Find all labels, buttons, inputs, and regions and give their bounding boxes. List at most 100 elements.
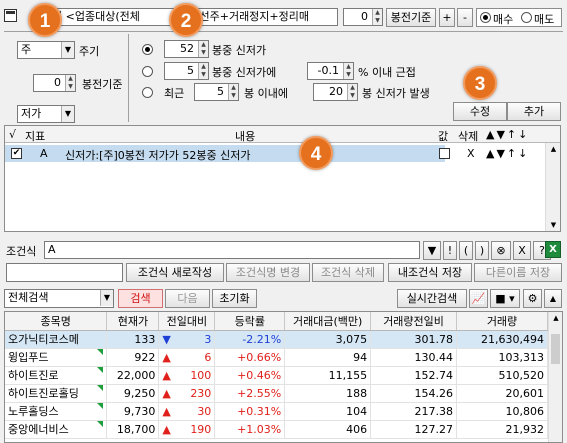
save-condition-button[interactable]: 내조건식 저장 <box>388 263 472 282</box>
result-header-row: 종목명 현재가 전일대비 등락률 거래대금(백만) 거래량전일비 거래량 <box>5 312 548 331</box>
up-arrow-icon: ▲ <box>162 422 171 436</box>
step-badge-3: 3 <box>463 66 497 100</box>
diff-cell: ▼ 3 <box>158 330 216 349</box>
option2-percent-input[interactable]: -0.1 ▲ ▼ <box>307 62 354 80</box>
chevron-down-icon: ▼ <box>61 42 74 58</box>
menu-dropdown-icon[interactable]: ■ ▾ <box>490 289 520 308</box>
formula-op-button[interactable]: X <box>513 241 531 260</box>
table-row[interactable]: 오가닉티코스메 133 ▼ 3 -2.21% 3,075 301.78 21,630,494 <box>5 330 548 349</box>
formula-op-button[interactable]: ▼ <box>423 241 441 260</box>
amount-cell: 188 <box>284 384 372 403</box>
plus-button[interactable]: + <box>439 8 455 27</box>
diff-cell: ▲ 30 <box>158 402 216 421</box>
save-as-button[interactable]: 다른이름 저장 <box>474 263 562 282</box>
new-condition-button[interactable]: 조건식 새로작성 <box>126 263 224 282</box>
result-col-header[interactable]: 전일대비 <box>158 312 216 331</box>
modify-button[interactable]: 수정 <box>453 102 507 121</box>
result-col-header[interactable]: 등락률 <box>214 312 286 331</box>
search-scope-select[interactable]: 전체검색 ▼ <box>4 289 114 308</box>
condition-table-scrollbar[interactable]: ▲ ▼ <box>545 143 560 231</box>
option2-percent-spinner[interactable]: ▲ ▼ <box>343 63 353 79</box>
row-checkbox[interactable]: ✔ <box>11 148 22 159</box>
formula-input[interactable]: A <box>44 241 420 259</box>
table-row[interactable]: 중앙에너비스 18,700 ▲ 190 +1.03% 406 127.27 21,932 <box>5 420 548 439</box>
price-select[interactable]: 저가 ▼ <box>17 105 75 123</box>
search-button[interactable]: 검색 <box>118 289 163 308</box>
option-recent-occurrence-radio[interactable] <box>142 87 153 98</box>
left-bong-spinner[interactable]: ▲ ▼ <box>65 75 75 91</box>
option3-bong-input[interactable]: 5 ▲ ▼ <box>194 83 239 101</box>
row-delete-icon[interactable]: X <box>467 147 475 160</box>
rate-cell: +0.31% <box>214 402 286 421</box>
delete-condition-button[interactable]: 조건식 삭제 <box>312 263 384 282</box>
option-recent-low-radio[interactable] <box>142 44 153 55</box>
top-bong-spinner[interactable]: ▲ ▼ <box>372 9 382 25</box>
result-scrollbar[interactable]: ▲ <box>548 312 562 442</box>
table-row[interactable]: 하이트진로 22,000 ▲ 100 +0.46% 11,155 152.74 510,520 <box>5 366 548 385</box>
minus-button[interactable]: - <box>457 8 473 27</box>
left-bong-input[interactable]: 0 ▲ ▼ <box>33 74 76 92</box>
buy-label: 매수 <box>493 13 514 26</box>
result-col-header[interactable]: 현재가 <box>106 312 160 331</box>
sell-radio[interactable] <box>521 12 532 23</box>
step-badge-1: 1 <box>28 3 62 37</box>
condition-table: √ 지표 내용 값 삭제 ▲▼↑↓ ✔ A 신저가:[주]0봉전 저가가 52봉… <box>4 125 561 232</box>
table-row[interactable]: 노루홀딩스 9,730 ▲ 30 +0.31% 104 217.38 10,806 <box>5 402 548 421</box>
top-bong-input[interactable]: 0 ▲ ▼ <box>343 8 383 26</box>
option-near-low-radio[interactable] <box>142 66 153 77</box>
option3-bong2-spinner[interactable]: ▲ ▼ <box>347 84 357 100</box>
price-cell: 22,000 <box>106 366 160 385</box>
rename-condition-button[interactable]: 조건식명 변경 <box>226 263 310 282</box>
stock-name-cell: 중앙에너비스 <box>5 420 108 439</box>
table-row[interactable]: 윙입푸드 922 ▲ 6 +0.66% 94 130.44 103,313 <box>5 348 548 367</box>
gear-icon[interactable]: ⚙ <box>523 289 542 308</box>
option1-spinner[interactable]: ▲ ▼ <box>198 41 208 57</box>
formula-op-button[interactable]: ( <box>459 241 473 260</box>
row-content: 신저가:[주]0봉전 저가가 52봉중 신저가 <box>65 149 251 162</box>
option3-spinner[interactable]: ▲ ▼ <box>228 84 238 100</box>
corner-marker-icon <box>97 367 104 373</box>
up-arrow-icon: ▲ <box>162 386 171 400</box>
option2-tail: % 이내 근접 <box>358 66 416 79</box>
stock-name-cell: 하이트진로홀딩 <box>5 384 108 403</box>
realtime-search-button[interactable]: 실시간검색 <box>397 289 467 308</box>
table-row[interactable]: 하이트진로홀딩 9,250 ▲ 230 +2.55% 188 154.26 20,601 <box>5 384 548 403</box>
settings-vertical-divider <box>128 34 129 122</box>
row-value-checkbox[interactable] <box>439 148 450 159</box>
result-col-header[interactable]: 종목명 <box>5 312 108 331</box>
up-arrow-icon: ▲ <box>162 350 171 364</box>
chevron-down-icon: ▼ <box>100 290 113 306</box>
add-button[interactable]: 추가 <box>507 102 561 121</box>
condition-table-header: √ 지표 내용 값 삭제 ▲▼↑↓ <box>5 126 560 143</box>
up-arrow-icon: ▲ <box>162 368 171 382</box>
reset-button[interactable]: 초기화 <box>212 289 257 308</box>
collapse-up-icon[interactable]: ▲ <box>544 289 562 308</box>
price-cell: 9,250 <box>106 384 160 403</box>
period-select[interactable]: 주 ▼ <box>17 41 75 59</box>
option2-bong-input[interactable]: 5 ▲ ▼ <box>164 62 209 80</box>
condition-combo-text: 경 <업종대상(전체 <box>52 10 140 23</box>
chart-icon[interactable]: 📈 <box>469 289 488 308</box>
option1-bong-input[interactable]: 52 ▲ ▼ <box>164 40 209 58</box>
result-col-header[interactable]: 거래량 <box>456 312 548 331</box>
rate-cell: +0.66% <box>214 348 286 367</box>
next-button[interactable]: 다음 <box>165 289 210 308</box>
formula-label: 조건식 <box>6 245 37 258</box>
excel-icon[interactable]: X <box>545 241 561 258</box>
option3-tail: 봉 신저가 발생 <box>362 87 430 100</box>
diff-cell: ▲ 230 <box>158 384 216 403</box>
option3-bong2-input[interactable]: 20 ▲ ▼ <box>313 83 358 101</box>
rate-cell: +1.03% <box>214 420 286 439</box>
result-col-header[interactable]: 거래대금(백만) <box>284 312 372 331</box>
top-bong-basis-button[interactable]: 봉전기준 <box>386 8 436 27</box>
result-col-header[interactable]: 거래량전일비 <box>370 312 457 331</box>
formula-op-button[interactable]: ⊗ <box>491 241 511 260</box>
row-arrows[interactable]: ▲▼↑↓ <box>486 147 529 160</box>
condition-name-input[interactable] <box>6 263 123 282</box>
formula-op-button[interactable]: ! <box>443 241 457 260</box>
volume-ratio-cell: 127.27 <box>370 420 457 439</box>
condition-row[interactable]: ✔ A 신저가:[주]0봉전 저가가 52봉중 신저가 X ▲▼↑↓ <box>5 145 546 162</box>
buy-radio[interactable] <box>480 12 491 23</box>
formula-op-button[interactable]: ) <box>475 241 489 260</box>
option2-spinner[interactable]: ▲ ▼ <box>198 63 208 79</box>
